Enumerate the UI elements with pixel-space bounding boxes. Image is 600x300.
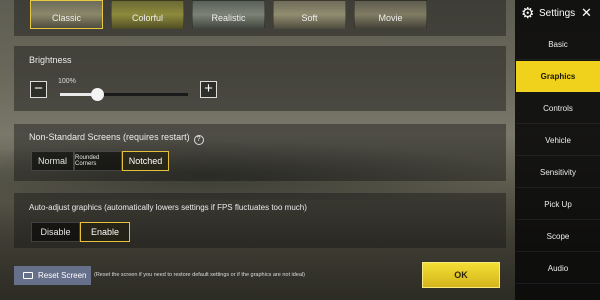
style-card-classic[interactable]: Classic	[30, 0, 103, 29]
ok-button[interactable]: OK	[422, 262, 500, 288]
screen-icon	[23, 272, 33, 279]
style-card-label: Classic	[51, 13, 81, 23]
sidebar-item-basic[interactable]: Basic	[516, 29, 600, 60]
close-icon[interactable]: ✕	[581, 5, 592, 21]
help-icon[interactable]: ?	[193, 135, 204, 145]
auto-adjust-panel: Auto-adjust graphics (automatically lowe…	[14, 193, 506, 248]
settings-sidebar: ⚙ Settings ✕ Basic Graphics Controls Veh…	[515, 0, 600, 300]
style-card-label: Colorful	[131, 13, 163, 23]
style-card-label: Realistic	[211, 13, 246, 23]
auto-adjust-label: Auto-adjust graphics (automatically lowe…	[29, 203, 307, 212]
style-card-realistic[interactable]: Realistic	[192, 0, 265, 29]
sidebar-item-audio[interactable]: Audio	[516, 253, 600, 284]
sidebar-item-pick-up[interactable]: Pick Up	[516, 189, 600, 220]
sidebar-item-scope[interactable]: Scope	[516, 221, 600, 252]
plus-icon[interactable]: +	[200, 81, 217, 98]
sidebar-title: Settings	[539, 8, 576, 19]
sidebar-item-graphics[interactable]: Graphics	[516, 61, 600, 92]
screens-label-row: Non-Standard Screens (requires restart)?	[29, 132, 204, 145]
sidebar-item-vehicle[interactable]: Vehicle	[516, 125, 600, 156]
sidebar-item-sensitivity[interactable]: Sensitivity	[516, 157, 600, 188]
reset-hint: (Reset the screen if you need to restore…	[94, 272, 305, 278]
reset-screen-button[interactable]: Reset Screen	[14, 266, 91, 285]
auto-adjust-disable[interactable]: Disable	[31, 222, 80, 242]
style-card-label: Movie	[378, 13, 403, 23]
screen-option-rounded-corners[interactable]: Rounded Corners	[74, 151, 122, 171]
screens-segmented-control: Normal Rounded Corners Notched	[31, 151, 169, 171]
brightness-slider-knob[interactable]	[91, 88, 105, 101]
screen-option-normal[interactable]: Normal	[31, 151, 74, 171]
gear-icon: ⚙	[521, 5, 535, 22]
graphics-style-row: Classic Colorful Realistic Soft Movie	[30, 0, 427, 29]
screens-panel: Non-Standard Screens (requires restart)?…	[14, 124, 506, 181]
reset-screen-label: Reset Screen	[38, 271, 87, 280]
minus-icon[interactable]: −	[30, 81, 47, 98]
brightness-value: 100%	[58, 78, 76, 85]
style-card-soft[interactable]: Soft	[273, 0, 346, 29]
sidebar-item-controls[interactable]: Controls	[516, 93, 600, 124]
screens-label: Non-Standard Screens (requires restart)	[29, 132, 190, 142]
style-card-movie[interactable]: Movie	[354, 0, 427, 29]
style-card-label: Soft	[301, 13, 318, 23]
brightness-panel: Brightness − 100% +	[14, 46, 506, 111]
auto-adjust-segmented-control: Disable Enable	[31, 222, 130, 242]
screen-option-notched[interactable]: Notched	[122, 151, 169, 171]
sidebar-header: ⚙ Settings ✕	[515, 0, 600, 28]
brightness-label: Brightness	[29, 55, 72, 65]
auto-adjust-enable[interactable]: Enable	[80, 222, 130, 242]
style-card-colorful[interactable]: Colorful	[111, 0, 184, 29]
graphics-style-panel: Classic Colorful Realistic Soft Movie	[14, 0, 506, 36]
